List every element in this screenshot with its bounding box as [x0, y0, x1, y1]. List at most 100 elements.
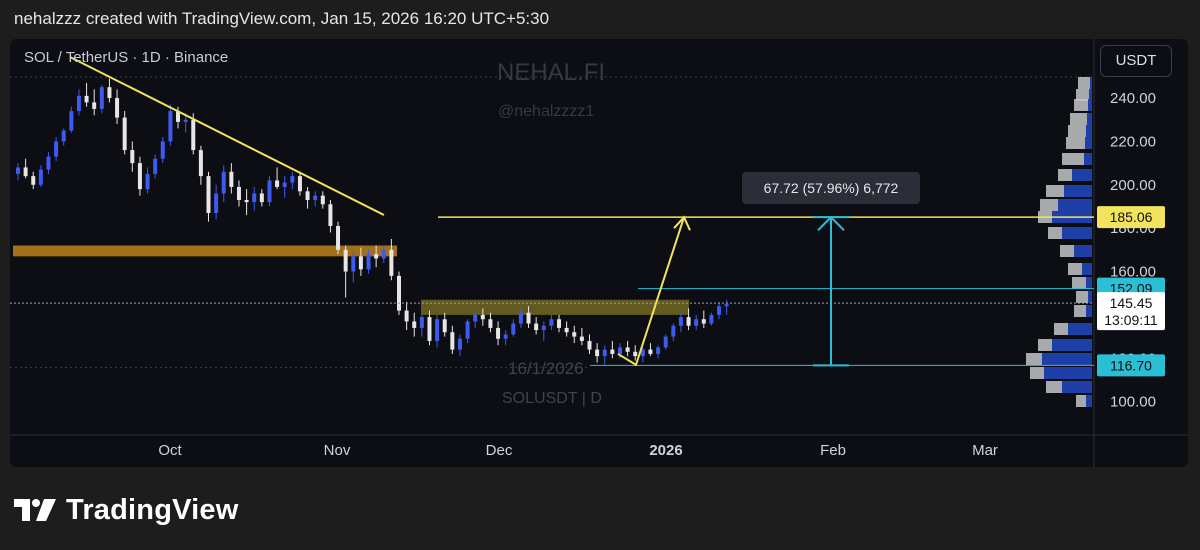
- candle-body: [69, 111, 74, 131]
- candle-body: [457, 338, 462, 350]
- candle-body: [61, 130, 66, 142]
- candle-body: [473, 314, 478, 322]
- candle-body: [313, 195, 318, 200]
- volume-profile-bar-grey: [1038, 339, 1052, 351]
- candle-body: [381, 249, 386, 259]
- volume-profile-bar-grey: [1078, 77, 1090, 89]
- candle-body: [358, 256, 363, 270]
- price-tick-label: 200.00: [1110, 177, 1156, 194]
- candle-body: [16, 167, 20, 174]
- candle-body: [31, 176, 36, 185]
- candle-body: [579, 336, 584, 341]
- volume-profile-bar-grey: [1026, 353, 1042, 365]
- candle-body: [160, 141, 165, 159]
- volume-profile-bar-blue: [1074, 245, 1092, 257]
- candle-body: [267, 180, 272, 203]
- volume-profile-bar-blue: [1085, 137, 1092, 149]
- candle-body: [595, 349, 600, 357]
- candle-body: [206, 176, 211, 213]
- trendline: [69, 56, 385, 216]
- price-badge-text: 116.70: [1110, 357, 1152, 373]
- candle-body: [343, 249, 348, 272]
- candle-body: [130, 150, 135, 164]
- candle-body: [328, 204, 333, 226]
- candle-body: [366, 254, 371, 270]
- candle-body: [236, 186, 241, 200]
- volume-profile-bar-blue: [1087, 113, 1092, 125]
- candle-body: [320, 195, 325, 205]
- volume-profile-bar-blue: [1068, 323, 1092, 335]
- time-tick-label: Dec: [486, 442, 513, 459]
- candle-body: [122, 117, 127, 151]
- watermark-date: 16/1/2026: [508, 359, 584, 378]
- candle-body: [511, 323, 516, 335]
- volume-profile-bar-blue: [1086, 125, 1092, 137]
- volume-profile-bar-blue: [1088, 99, 1092, 111]
- chart-panel[interactable]: 67.72 (57.96%) 6,772 240.00 220.00 200.00 18…: [10, 39, 1188, 467]
- candle-body: [648, 349, 653, 354]
- time-tick-label: 2026: [649, 442, 682, 459]
- candle-body: [564, 327, 569, 333]
- candle-body: [549, 319, 554, 326]
- candle-body: [221, 171, 226, 194]
- volume-profile-bar-blue: [1086, 395, 1092, 407]
- candle-body: [259, 193, 264, 203]
- volume-profile-bar-blue: [1084, 153, 1092, 165]
- candle-body: [54, 141, 59, 157]
- candle-body: [244, 199, 249, 203]
- symbol-title[interactable]: SOL / TetherUS · 1D · Binance: [24, 49, 228, 66]
- volume-profile-bar-blue: [1072, 169, 1092, 181]
- candle-body: [198, 150, 203, 177]
- volume-profile-bar-grey: [1046, 381, 1062, 393]
- tradingview-logo-icon: [14, 499, 56, 521]
- volume-profile-bar-blue: [1088, 291, 1092, 303]
- candle-body: [275, 180, 280, 187]
- time-tick-label: Oct: [158, 442, 182, 459]
- currency-button[interactable]: USDT: [1100, 45, 1172, 77]
- candle-body: [617, 347, 622, 354]
- time-tick-label: Mar: [972, 442, 998, 459]
- candle-body: [419, 317, 424, 328]
- candle-body: [99, 87, 104, 109]
- volume-profile-bar-grey: [1040, 199, 1058, 211]
- candle-body: [290, 176, 295, 183]
- watermark-name: NEHAL.FI: [497, 59, 606, 86]
- candle-body: [480, 314, 485, 320]
- measure-label-text: 67.72 (57.96%) 6,772: [764, 180, 899, 196]
- candle-body: [214, 193, 219, 213]
- volume-profile-bar-blue: [1042, 353, 1092, 365]
- watermark-handle: @nehalzzzz1: [498, 103, 595, 120]
- candle-body: [404, 310, 409, 322]
- candle-body: [663, 336, 668, 348]
- candle-body: [465, 321, 470, 339]
- volume-profile-bar-grey: [1076, 291, 1088, 303]
- header-credit: nehalzzz created with TradingView.com, J…: [14, 9, 550, 28]
- candle-body: [38, 169, 43, 185]
- zone-lower: [421, 299, 689, 315]
- candle-body: [518, 312, 523, 324]
- candle-body: [610, 349, 615, 354]
- volume-profile-bar-grey: [1074, 305, 1086, 317]
- candle-body: [671, 325, 676, 337]
- watermark-symbol: SOLUSDT | D: [502, 390, 602, 407]
- candle-body: [46, 156, 51, 170]
- candle-body: [694, 319, 699, 326]
- volume-profile-bar-blue: [1062, 381, 1092, 393]
- candle-body: [427, 317, 432, 341]
- volume-profile-bar-blue: [1058, 199, 1092, 211]
- volume-profile-bar-grey: [1048, 227, 1062, 239]
- candle-body: [602, 349, 607, 357]
- candle-body: [656, 347, 661, 354]
- candle-body: [145, 173, 150, 190]
- price-badge: 116.70: [1097, 354, 1165, 377]
- volume-profile-bar-grey: [1072, 277, 1086, 289]
- price-badge-subtext: 13:09:11: [1104, 312, 1158, 328]
- volume-profile-bar-grey: [1068, 125, 1086, 137]
- candle-body: [84, 95, 89, 103]
- candle-body: [137, 163, 142, 190]
- candle-body: [625, 347, 630, 352]
- candle-body: [252, 193, 257, 203]
- candle-body: [572, 332, 577, 337]
- candle-body: [526, 312, 531, 324]
- candle-body: [701, 319, 706, 324]
